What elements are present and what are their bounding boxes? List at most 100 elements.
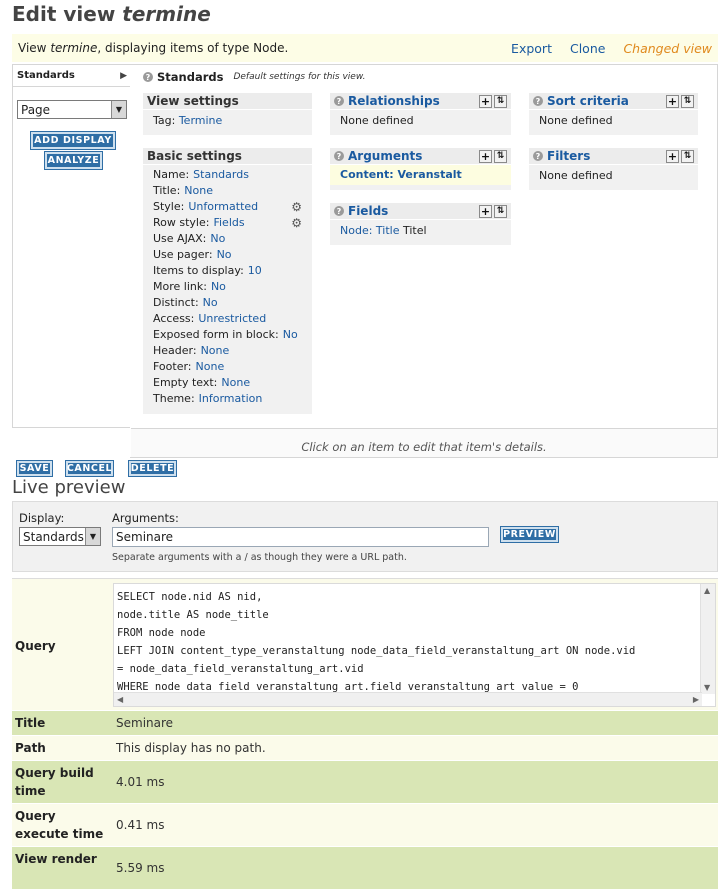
preview-button[interactable]: PREVIEW bbox=[500, 526, 559, 543]
gear-icon[interactable]: ⚙ bbox=[291, 215, 302, 231]
help-icon[interactable]: ? bbox=[143, 72, 153, 82]
add-display-button[interactable]: ADD DISPLAY bbox=[30, 131, 116, 150]
delete-button[interactable]: DELETE bbox=[128, 460, 177, 477]
basic-setting-label: Title: bbox=[153, 184, 181, 197]
view-settings-box: View settings Tag: Termine bbox=[143, 93, 312, 135]
add-icon[interactable]: + bbox=[479, 204, 492, 218]
basic-setting-value-link[interactable]: None bbox=[221, 375, 250, 391]
relationships-heading[interactable]: Relationships bbox=[348, 94, 440, 108]
displays-sidebar: Standards ▶ Page ▼ bbox=[12, 64, 131, 428]
tag-value-link[interactable]: Termine bbox=[179, 114, 222, 127]
arguments-heading[interactable]: Arguments bbox=[348, 149, 422, 163]
basic-setting-row: Name: Standards bbox=[153, 167, 302, 183]
filters-box: ? Filters + ⇅ None defined bbox=[529, 148, 698, 190]
scroll-down-icon[interactable]: ▼ bbox=[704, 683, 710, 692]
horizontal-scrollbar[interactable]: ◀ ▶ bbox=[114, 692, 702, 706]
table-row-label: Query execute time bbox=[15, 809, 104, 841]
gear-icon[interactable]: ⚙ bbox=[291, 199, 302, 215]
query-line: FROM node node bbox=[117, 627, 206, 639]
basic-setting-value-link[interactable]: No bbox=[283, 327, 298, 343]
scroll-up-icon[interactable]: ▲ bbox=[704, 586, 710, 595]
basic-setting-row: Exposed form in block: No bbox=[153, 327, 302, 343]
basic-setting-value-link[interactable]: None bbox=[196, 359, 225, 375]
help-icon[interactable]: ? bbox=[334, 96, 344, 106]
basic-setting-row: Distinct: No bbox=[153, 295, 302, 311]
view-info-bar: View termine, displaying items of type N… bbox=[12, 34, 718, 62]
table-row: Query execute time 0.41 ms bbox=[12, 803, 718, 846]
help-icon[interactable]: ? bbox=[334, 151, 344, 161]
rearrange-icon[interactable]: ⇅ bbox=[681, 149, 694, 163]
sort-criteria-heading[interactable]: Sort criteria bbox=[547, 94, 629, 108]
arguments-input[interactable]: Seminare bbox=[112, 527, 489, 547]
arguments-box: ? Arguments + ⇅ Content: Veranstalt bbox=[330, 148, 511, 190]
basic-setting-row: Footer: None bbox=[153, 359, 302, 375]
basic-setting-label: Items to display: bbox=[153, 264, 244, 277]
basic-setting-value-link[interactable]: No bbox=[210, 231, 225, 247]
rearrange-icon[interactable]: ⇅ bbox=[494, 149, 507, 163]
basic-setting-row: Access: Unrestricted bbox=[153, 311, 302, 327]
add-icon[interactable]: + bbox=[666, 149, 679, 163]
basic-setting-value-link[interactable]: Unrestricted bbox=[198, 311, 266, 327]
basic-setting-label: Access: bbox=[153, 312, 195, 325]
table-row: Query build time 4.01 ms bbox=[12, 760, 718, 803]
preview-form: Display: Standards ▼ Arguments: Seminare… bbox=[12, 501, 718, 572]
filters-heading[interactable]: Filters bbox=[547, 149, 590, 163]
arguments-label: Arguments: bbox=[112, 511, 179, 525]
basic-setting-label: Distinct: bbox=[153, 296, 199, 309]
basic-setting-label: Use pager: bbox=[153, 248, 213, 261]
scroll-left-icon[interactable]: ◀ bbox=[117, 695, 123, 704]
query-line: node.title AS node_title bbox=[117, 609, 269, 621]
basic-setting-value-link[interactable]: No bbox=[211, 279, 226, 295]
add-icon[interactable]: + bbox=[666, 94, 679, 108]
basic-setting-row: Empty text: None bbox=[153, 375, 302, 391]
details-hint-bar: Click on an item to edit that item's det… bbox=[131, 428, 717, 457]
basic-setting-label: Empty text: bbox=[153, 376, 218, 389]
rearrange-icon[interactable]: ⇅ bbox=[494, 94, 507, 108]
chevron-down-icon: ▼ bbox=[111, 101, 126, 118]
rearrange-icon[interactable]: ⇅ bbox=[494, 204, 507, 218]
basic-setting-value-link[interactable]: Standards bbox=[193, 167, 249, 183]
basic-setting-value-link[interactable]: 10 bbox=[248, 263, 262, 279]
cancel-button[interactable]: CANCEL bbox=[65, 460, 114, 477]
display-header-subtitle: Default settings for this view. bbox=[233, 72, 366, 82]
table-row-label: Query build time bbox=[15, 766, 94, 798]
arguments-input-value: Seminare bbox=[116, 530, 174, 544]
basic-setting-row: Theme: Information bbox=[153, 391, 302, 407]
display-select[interactable]: Standards ▼ bbox=[19, 527, 101, 546]
basic-setting-value-link[interactable]: Information bbox=[199, 391, 263, 407]
save-button[interactable]: SAVE bbox=[16, 460, 53, 477]
help-icon[interactable]: ? bbox=[334, 206, 344, 216]
vertical-scrollbar[interactable]: ▲ ▼ bbox=[700, 584, 715, 694]
export-link[interactable]: Export bbox=[511, 41, 552, 56]
display-type-select[interactable]: Page ▼ bbox=[17, 100, 127, 119]
field-item-link[interactable]: Node: Title bbox=[340, 224, 400, 237]
basic-setting-value-link[interactable]: Fields bbox=[213, 215, 244, 231]
argument-item-link[interactable]: Content: Veranstalt bbox=[340, 168, 462, 181]
analyze-button[interactable]: ANALYZE bbox=[44, 151, 103, 170]
basic-setting-value-link[interactable]: None bbox=[184, 183, 213, 199]
table-row-label: Path bbox=[15, 741, 46, 755]
page-title-prefix: Edit view bbox=[12, 2, 116, 26]
basic-setting-label: Footer: bbox=[153, 360, 192, 373]
help-icon[interactable]: ? bbox=[533, 96, 543, 106]
details-hint: Click on an item to edit that item's det… bbox=[301, 440, 547, 454]
display-tab-label: Standards bbox=[17, 70, 75, 81]
basic-setting-row: Use pager: No bbox=[153, 247, 302, 263]
add-icon[interactable]: + bbox=[479, 149, 492, 163]
help-icon[interactable]: ? bbox=[533, 151, 543, 161]
rearrange-icon[interactable]: ⇅ bbox=[681, 94, 694, 108]
clone-link[interactable]: Clone bbox=[570, 41, 605, 56]
table-row-value: 0.41 ms bbox=[116, 818, 165, 832]
basic-setting-value-link[interactable]: No bbox=[217, 247, 232, 263]
fields-heading[interactable]: Fields bbox=[348, 204, 388, 218]
query-line: = node_data_field_veranstaltung_art.vid bbox=[117, 663, 364, 675]
scroll-right-icon[interactable]: ▶ bbox=[693, 695, 699, 704]
basic-settings-box: Basic settings Name: Standards Title: None S… bbox=[143, 148, 312, 414]
basic-setting-value-link[interactable]: No bbox=[203, 295, 218, 311]
basic-setting-row: Title: None bbox=[153, 183, 302, 199]
add-icon[interactable]: + bbox=[479, 94, 492, 108]
basic-setting-value-link[interactable]: Unformatted bbox=[188, 199, 258, 215]
basic-setting-value-link[interactable]: None bbox=[201, 343, 230, 359]
display-tab-standards[interactable]: Standards ▶ bbox=[13, 65, 130, 87]
relationships-box: ? Relationships + ⇅ None defined bbox=[330, 93, 511, 135]
